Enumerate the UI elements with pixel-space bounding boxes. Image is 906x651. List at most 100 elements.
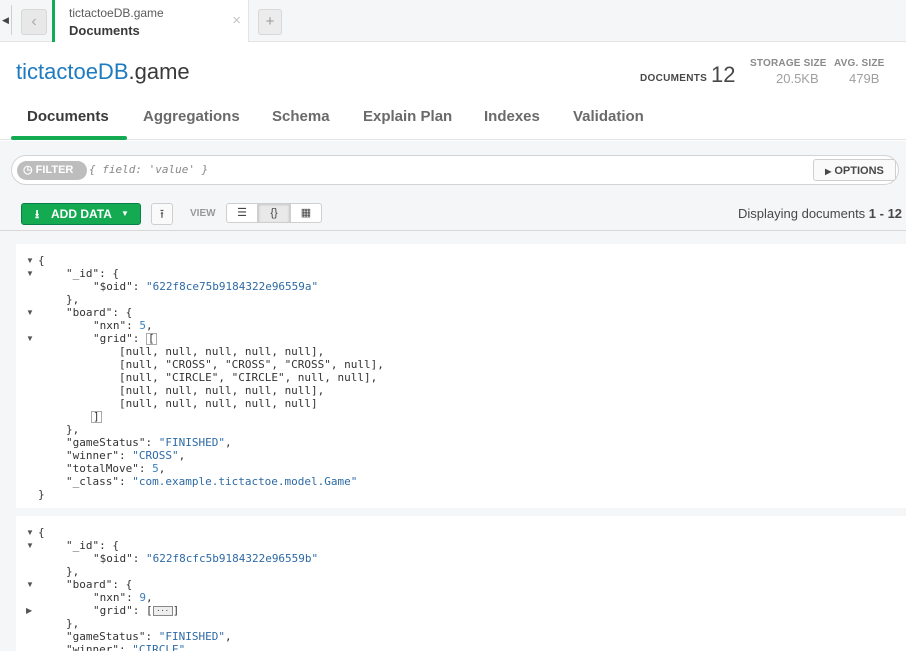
filter-box: ◷ FILTER ▶ OPTIONS — [11, 155, 899, 185]
documents-toolbar: ⭳ ADD DATA ▼ ⭱ VIEW ☰ {} ▦ Displaying do… — [0, 198, 906, 231]
json-view-button[interactable]: {} — [258, 203, 290, 223]
json-gamestatus-line: "gameStatus": "FINISHED", — [66, 436, 232, 449]
totalmove-value: 5 — [152, 462, 159, 475]
document-card: ▼ { ▼ "_id": { "$oid": "622f8cfc5b918432… — [16, 516, 906, 651]
expand-array-button[interactable]: ··· — [152, 606, 173, 616]
view-label: VIEW — [190, 208, 216, 219]
tab-indexes[interactable]: Indexes — [484, 108, 540, 125]
json-oid-line: "$oid": "622f8cfc5b9184322e96559b" — [93, 552, 319, 565]
caret-down-icon[interactable]: ▼ — [26, 332, 34, 345]
json-open-brace: { — [38, 526, 45, 539]
display-prefix: Displaying documents — [738, 206, 869, 221]
json-close: }, — [66, 423, 80, 436]
collection-name: .game — [128, 59, 190, 84]
json-key-board: "board": { — [66, 578, 133, 591]
back-arrow-icon[interactable]: ‹ — [21, 9, 47, 35]
list-view-button[interactable]: ☰ — [226, 203, 258, 223]
json-key-id: "_id": { — [66, 539, 119, 552]
caret-down-icon: ▼ — [121, 209, 129, 218]
tab-documents[interactable]: tictactoeDB.game Documents × — [52, 0, 249, 42]
grid-row: [null, null, null, null, null] — [119, 397, 318, 410]
collapse-sidebar-icon[interactable]: ◀ — [0, 5, 12, 35]
json-key-id: "_id": { — [66, 267, 119, 280]
nxn-value: 9 — [139, 591, 146, 604]
document-list: ▼ { ▼ "_id": { "$oid": "622f8ce75b918432… — [0, 231, 906, 651]
caret-down-icon[interactable]: ▼ — [26, 578, 34, 591]
json-grid-close: ] — [91, 410, 102, 423]
display-count: Displaying documents 1 - 12 — [738, 206, 902, 221]
oid-value: "622f8cfc5b9184322e96559b" — [145, 552, 319, 565]
close-icon[interactable]: × — [232, 12, 241, 29]
database-name[interactable]: tictactoeDB — [16, 59, 129, 84]
collection-tabs: Documents Aggregations Schema Explain Pl… — [0, 96, 906, 140]
winner-value: "CIRCLE" — [132, 643, 186, 651]
braces-icon: {} — [270, 207, 278, 219]
display-range: 1 - 12 — [868, 206, 903, 221]
history-icon: ◷ — [23, 164, 33, 176]
json-winner-line: "winner": "CIRCLE" — [66, 643, 185, 651]
json-close: }, — [66, 617, 80, 630]
json-key-board: "board": { — [66, 306, 133, 319]
avg-size-value: 479B — [849, 71, 880, 86]
json-nxn-line: "nxn": 5, — [93, 319, 153, 332]
winner-value: "CROSS" — [132, 449, 179, 462]
caret-right-icon: ▶ — [825, 167, 832, 176]
caret-down-icon[interactable]: ▼ — [26, 539, 34, 552]
documents-count-label: DOCUMENTS — [640, 73, 708, 84]
tab-validation[interactable]: Validation — [573, 108, 644, 125]
json-winner-line: "winner": "CROSS", — [66, 449, 186, 462]
tab-aggregations[interactable]: Aggregations — [143, 108, 240, 125]
storage-size-label: STORAGE SIZE — [750, 58, 827, 69]
add-data-button[interactable]: ⭳ ADD DATA ▼ — [21, 203, 141, 225]
page-title: tictactoeDB.game — [16, 59, 190, 85]
export-button[interactable]: ⭱ — [151, 203, 173, 225]
caret-down-icon[interactable]: ▼ — [26, 306, 34, 319]
documents-count-value: 12 — [711, 62, 736, 87]
filter-label[interactable]: ◷ FILTER — [17, 161, 87, 180]
gamestatus-value: "FINISHED" — [158, 630, 225, 643]
query-bar: ◷ FILTER ▶ OPTIONS — [0, 141, 906, 198]
add-data-label: ADD DATA — [51, 207, 112, 221]
json-nxn-line: "nxn": 9, — [93, 591, 153, 604]
grid-row: [null, "CROSS", "CROSS", "CROSS", null], — [119, 358, 384, 371]
tab-schema[interactable]: Schema — [272, 108, 330, 125]
json-totalmove-line: "totalMove": 5, — [66, 462, 166, 475]
filter-input[interactable] — [89, 163, 789, 176]
table-icon: ▦ — [300, 207, 312, 219]
add-tab-button[interactable]: + — [258, 9, 282, 35]
oid-value: "622f8ce75b9184322e96559a" — [145, 280, 319, 293]
download-icon: ⭳ — [35, 207, 40, 221]
gamestatus-value: "FINISHED" — [158, 436, 225, 449]
upload-icon: ⭱ — [159, 207, 165, 221]
avg-size-label: AVG. SIZE — [834, 58, 885, 69]
class-value: "com.example.tictactoe.model.Game" — [132, 475, 358, 488]
options-button[interactable]: ▶ OPTIONS — [813, 159, 896, 181]
json-close-brace: } — [38, 488, 45, 501]
document-card: ▼ { ▼ "_id": { "$oid": "622f8ce75b918432… — [16, 244, 906, 508]
json-class-line: "_class": "com.example.tictactoe.model.G… — [66, 475, 358, 488]
json-grid-line: "grid": [ — [93, 332, 157, 345]
caret-down-icon[interactable]: ▼ — [26, 526, 34, 539]
caret-right-icon[interactable]: ▶ — [26, 604, 34, 617]
nxn-value: 5 — [139, 319, 146, 332]
grid-row: [null, "CIRCLE", "CIRCLE", null, null], — [119, 371, 378, 384]
json-oid-line: "$oid": "622f8ce75b9184322e96559a" — [93, 280, 319, 293]
tab-title: Documents — [69, 23, 140, 38]
table-view-button[interactable]: ▦ — [290, 203, 322, 223]
list-icon: ☰ — [237, 207, 247, 219]
caret-down-icon[interactable]: ▼ — [26, 267, 34, 280]
json-close: }, — [66, 565, 80, 578]
grid-row: [null, null, null, null, null], — [119, 384, 325, 397]
json-close: }, — [66, 293, 80, 306]
json-grid-line: "grid": [···] — [93, 604, 180, 617]
filter-pill-label: FILTER — [35, 164, 74, 176]
tab-bar: ◀ ‹ tictactoeDB.game Documents × + — [0, 0, 906, 42]
tab-namespace: tictactoeDB.game — [69, 6, 164, 20]
tab-documents-view[interactable]: Documents — [27, 108, 109, 125]
json-open-brace: { — [38, 254, 45, 267]
tab-explain-plan[interactable]: Explain Plan — [363, 108, 452, 125]
caret-down-icon[interactable]: ▼ — [26, 254, 34, 267]
options-label: OPTIONS — [834, 165, 884, 177]
json-gamestatus-line: "gameStatus": "FINISHED", — [66, 630, 232, 643]
grid-row: [null, null, null, null, null], — [119, 345, 325, 358]
